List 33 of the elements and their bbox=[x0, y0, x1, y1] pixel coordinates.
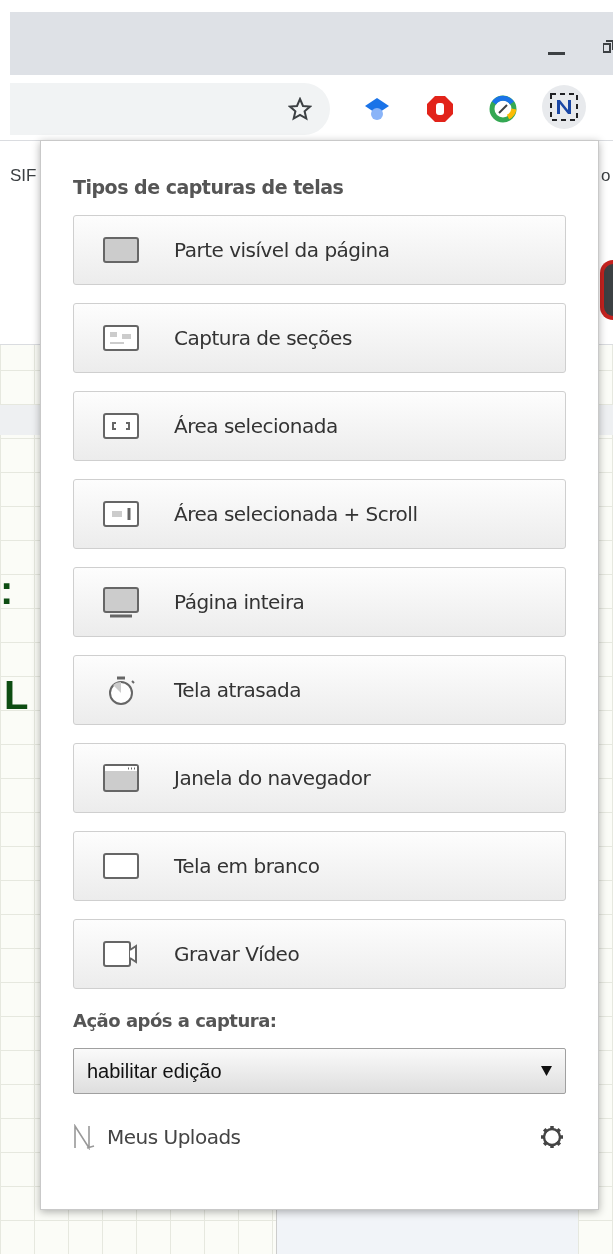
sections-icon bbox=[102, 322, 140, 354]
browser-window-icon bbox=[102, 762, 140, 794]
capture-option-button[interactable]: Área selecionada bbox=[73, 391, 566, 461]
video-camera-icon bbox=[102, 938, 140, 970]
after-capture-select[interactable]: habilitar edição bbox=[73, 1048, 566, 1094]
popup-title: Tipos de capturas de telas bbox=[73, 175, 345, 200]
capture-option-button[interactable]: Parte visível da página bbox=[73, 215, 566, 285]
capture-option-button[interactable]: Janela do navegador bbox=[73, 743, 566, 813]
after-capture-label: Ação após a captura: bbox=[73, 1009, 278, 1033]
bookmark-label[interactable]: SIF bbox=[10, 163, 37, 189]
capture-option-button[interactable]: Tela em branco bbox=[73, 831, 566, 901]
capture-n-icon bbox=[549, 92, 579, 122]
dropdown-arrow-icon bbox=[541, 1065, 552, 1077]
settings-icon[interactable] bbox=[540, 1125, 564, 1149]
bookmark-label[interactable]: o bbox=[601, 163, 611, 189]
page-text: L bbox=[4, 675, 29, 715]
scroll-selection-icon bbox=[102, 498, 140, 530]
capture-option-button[interactable]: Tela atrasada bbox=[73, 655, 566, 725]
graduation-cap-icon[interactable] bbox=[363, 95, 391, 123]
capture-option-button[interactable]: Captura de seções bbox=[73, 303, 566, 373]
capture-option-button[interactable]: Área selecionada + Scroll bbox=[73, 479, 566, 549]
capture-option-button[interactable]: Página inteira bbox=[73, 567, 566, 637]
screen-icon bbox=[102, 234, 140, 266]
uploads-link[interactable]: Meus Uploads bbox=[73, 1122, 241, 1152]
selection-frame-icon bbox=[102, 410, 140, 442]
restore-icon[interactable] bbox=[603, 40, 613, 56]
star-icon[interactable] bbox=[288, 97, 312, 121]
blank-screen-icon bbox=[102, 850, 140, 882]
n-logo-icon bbox=[73, 1124, 95, 1150]
capture-option-button[interactable]: Gravar Vídeo bbox=[73, 919, 566, 989]
page-text: : bbox=[0, 570, 14, 610]
extension-button[interactable] bbox=[542, 85, 586, 129]
monitor-icon bbox=[102, 586, 140, 618]
